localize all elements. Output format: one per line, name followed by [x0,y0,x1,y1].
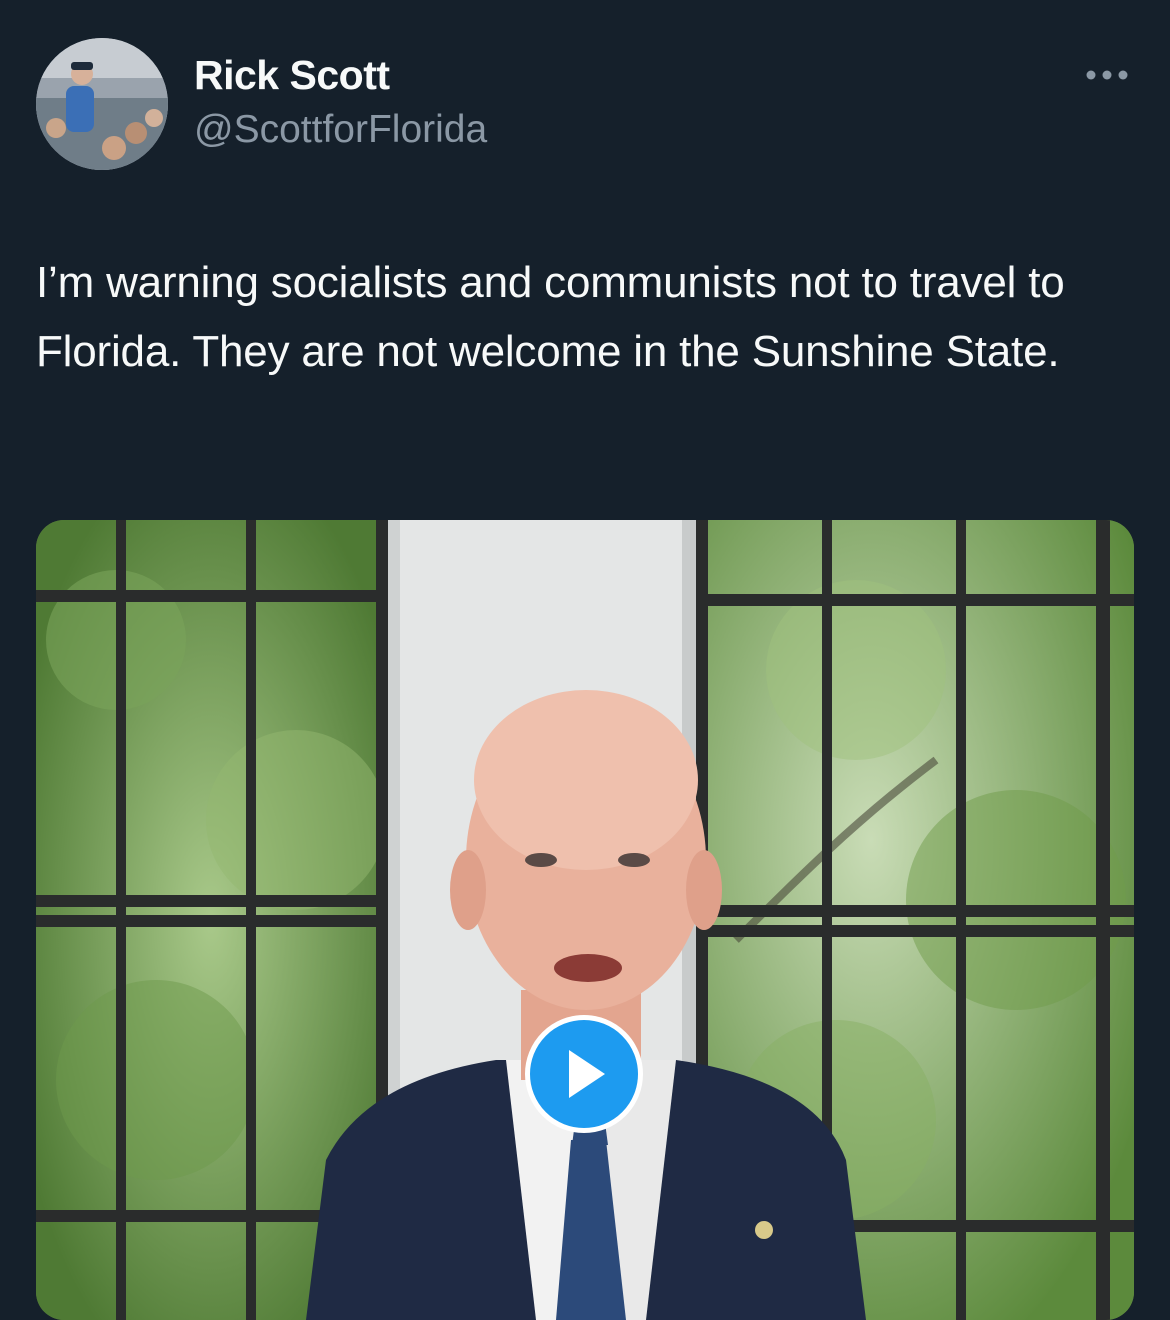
tweet-text: I’m warning socialists and communists no… [36,258,1065,376]
more-options-button[interactable] [1080,60,1134,90]
video-player[interactable] [36,520,1134,1320]
author-avatar[interactable] [36,38,168,170]
play-icon [569,1050,605,1098]
more-horizontal-icon [1086,70,1128,80]
author-name[interactable]: Rick Scott [194,52,390,99]
tweet-card: Rick Scott @ScottforFlorida I’m warning … [0,0,1170,1320]
video-thumbnail [36,520,1134,1320]
avatar-photo [36,38,168,170]
author-handle[interactable]: @ScottforFlorida [194,108,487,152]
play-button[interactable] [525,1015,643,1133]
